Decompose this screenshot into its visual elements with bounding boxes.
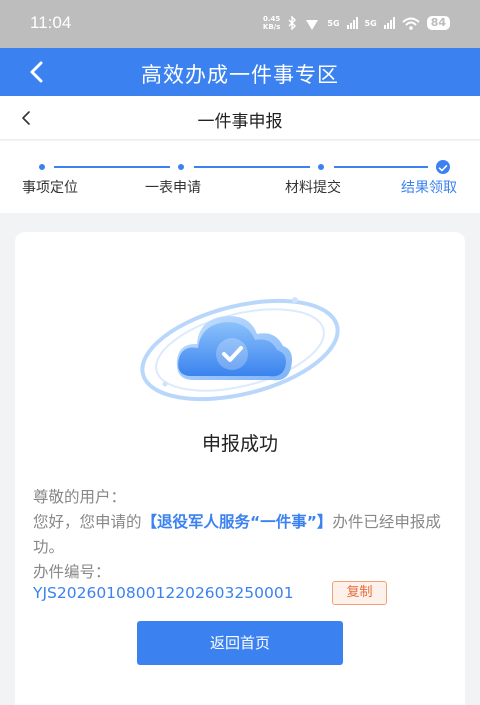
network-type-1: 5G — [327, 18, 340, 28]
copy-button[interactable]: 复制 — [332, 581, 387, 605]
step-dot-1 — [39, 164, 45, 170]
wifi-icon — [402, 17, 420, 30]
step-label-3: 材料提交 — [285, 180, 341, 196]
hotspot-signal-icon — [306, 19, 319, 30]
greeting: 尊敬的用户： — [33, 488, 127, 506]
status-time: 11:04 — [30, 13, 72, 32]
network-type-2: 5G — [364, 18, 377, 28]
case-number: YJS202601080012202603250001 — [33, 584, 294, 602]
signal-icon — [346, 17, 358, 29]
battery-icon: 84 — [426, 16, 450, 30]
service-name: 【退役军人服务“一件事”】 — [141, 513, 333, 531]
status-icons: 0.45 KB/s 5G 5G 84 — [263, 15, 450, 31]
cloud-check-icon — [140, 297, 340, 402]
case-number-label: 办件编号： — [33, 563, 111, 581]
step-line-1 — [54, 166, 170, 168]
return-home-button[interactable]: 返回首页 — [137, 621, 343, 665]
success-title: 申报成功 — [201, 433, 278, 455]
check-icon — [436, 160, 450, 174]
page-title: 一件事申报 — [197, 112, 283, 132]
bluetooth-icon — [288, 16, 297, 30]
sub-header: 一件事申报 — [0, 96, 480, 140]
result-card: 申报成功 尊敬的用户： 您好，您申请的【退役军人服务“一件事”】办件已经申报成功… — [15, 232, 465, 705]
step-label-4: 结果领取 — [401, 180, 457, 196]
result-message: 尊敬的用户： 您好，您申请的【退役军人服务“一件事”】办件已经申报成功。 办件编… — [33, 485, 453, 585]
progress-steps: 事项定位 一表申请 材料提交 结果领取 — [0, 141, 480, 213]
step-dot-2 — [178, 164, 184, 170]
net-speed: 0.45 KB/s — [262, 15, 281, 31]
app-header: 高效办成一件事专区 — [0, 48, 480, 96]
signal-icon-2 — [383, 17, 395, 29]
step-line-2 — [194, 166, 310, 168]
status-bar: 11:04 0.45 KB/s 5G 5G 84 — [0, 0, 480, 48]
step-line-3 — [334, 166, 428, 168]
step-label-1: 事项定位 — [22, 180, 78, 196]
step-dot-3 — [318, 164, 324, 170]
message-body: 您好，您申请的【退役军人服务“一件事”】办件已经申报成功。 — [33, 513, 441, 556]
step-label-2: 一表申请 — [145, 180, 201, 196]
app-title: 高效办成一件事专区 — [141, 63, 339, 87]
